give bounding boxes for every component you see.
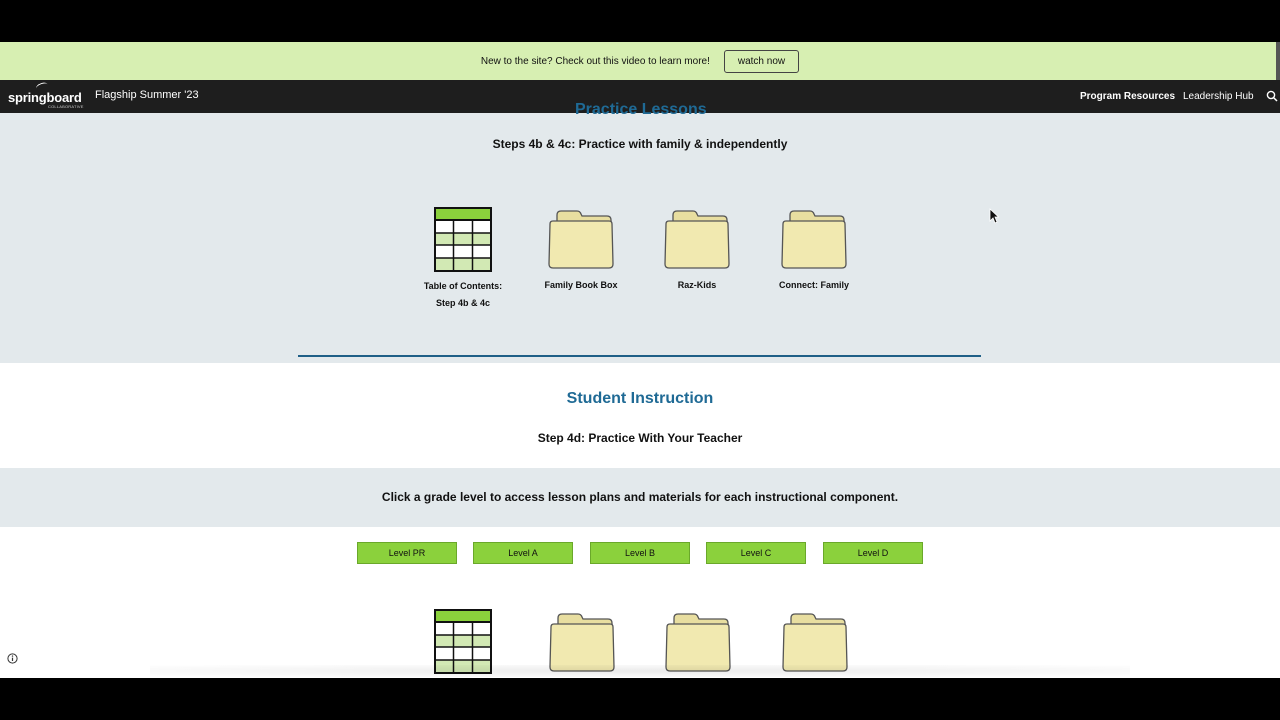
section-divider	[298, 355, 981, 357]
level-a-button[interactable]: Level A	[473, 542, 573, 564]
tile-family-book-box[interactable]: Family Book Box	[523, 209, 639, 294]
steps-4b-4c-heading: Steps 4b & 4c: Practice with family & in…	[492, 137, 788, 151]
table-icon	[434, 207, 492, 272]
level-pr-button[interactable]: Level PR	[357, 542, 457, 564]
tile-label: Family Book Box	[544, 280, 618, 290]
tile-label-line2: Step 4b & 4c	[435, 298, 491, 308]
level-d-button[interactable]: Level D	[823, 542, 923, 564]
level-c-button[interactable]: Level C	[706, 542, 806, 564]
folder-icon	[548, 210, 614, 269]
tile-connect-family[interactable]: Connect: Family	[756, 209, 872, 294]
banner-message: New to the site? Check out this video to…	[480, 55, 710, 67]
nav-leadership-hub[interactable]: Leadership Hub	[1183, 91, 1254, 102]
level-b-button[interactable]: Level B	[590, 542, 690, 564]
tile-raz-kids[interactable]: Raz-Kids	[639, 209, 755, 294]
tile-label-line1: Table of Contents:	[423, 281, 503, 291]
bottom-shadow	[150, 665, 1130, 677]
tile-label: Table of Contents: Step 4b & 4c	[405, 278, 521, 312]
springboard-logo[interactable]: springboard COLLABORATIVE	[8, 81, 88, 109]
info-icon[interactable]	[7, 653, 18, 664]
site-title[interactable]: Flagship Summer '23	[95, 89, 199, 101]
logo-subtext: COLLABORATIVE	[48, 104, 84, 109]
mouse-cursor-icon	[989, 208, 999, 224]
grade-level-instruction-text: Click a grade level to access lesson pla…	[381, 490, 899, 504]
tile-label: Connect: Family	[778, 280, 849, 290]
student-instruction-heading: Student Instruction	[566, 390, 714, 407]
logo-text: springboard	[8, 90, 82, 105]
step-4d-heading: Step 4d: Practice With Your Teacher	[537, 431, 743, 445]
practice-family-section: Practice Lessons Steps 4b & 4c: Practice…	[0, 101, 1280, 363]
grade-level-instructions: Click a grade level to access lesson pla…	[0, 468, 1280, 527]
student-instruction-section: Student Instruction Step 4d: Practice Wi…	[0, 363, 1280, 468]
announcement-banner: New to the site? Check out this video to…	[0, 42, 1280, 80]
folder-icon	[781, 210, 847, 269]
folder-icon	[664, 210, 730, 269]
browser-viewport: New to the site? Check out this video to…	[0, 42, 1280, 678]
search-icon[interactable]	[1266, 90, 1278, 102]
tile-label: Raz-Kids	[677, 280, 717, 290]
levels-section: Level PR Level A Level B Level C Level D	[0, 527, 1280, 678]
section-heading-partial: Practice Lessons	[575, 101, 707, 118]
nav-program-resources[interactable]: Program Resources	[1080, 91, 1175, 102]
watch-now-button[interactable]: watch now	[723, 49, 800, 73]
tile-table-of-contents[interactable]: Table of Contents: Step 4b & 4c	[405, 207, 521, 312]
